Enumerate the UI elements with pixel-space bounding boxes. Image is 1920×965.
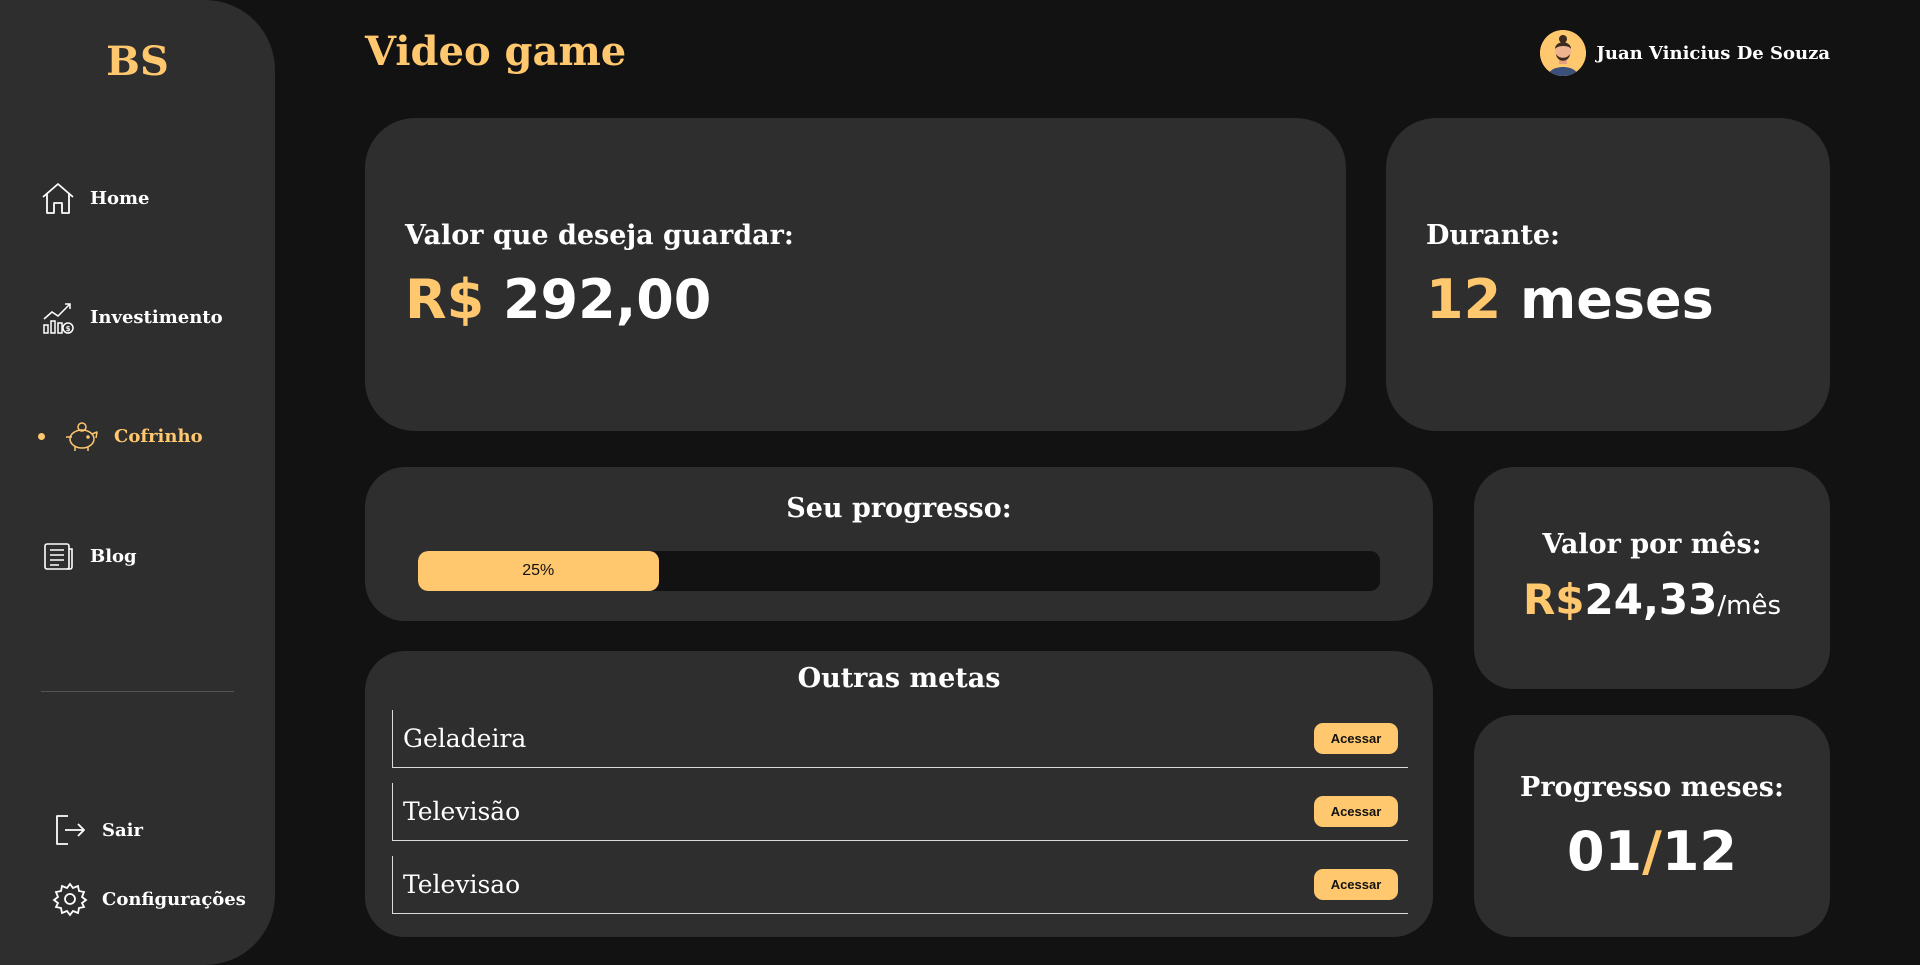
progress-fill: 25% (418, 551, 659, 591)
monthly-number: 24,33 (1584, 575, 1718, 624)
sidebar-item-label: Sair (102, 819, 143, 841)
months-progress-label: Progresso meses: (1520, 772, 1784, 803)
sidebar-item-blog[interactable]: Blog (38, 536, 137, 576)
progress-card: Seu progresso: 25% (365, 467, 1433, 621)
sidebar-item-cofrinho[interactable]: Cofrinho (38, 416, 203, 456)
sidebar-item-label: Home (90, 187, 150, 209)
amount-label: Valor que deseja guardar: (405, 220, 794, 251)
avatar (1540, 30, 1587, 76)
user-name: Juan Vinicius De Souza (1596, 42, 1830, 64)
duration-label: Durante: (1426, 220, 1561, 251)
active-indicator (38, 432, 45, 440)
goal-name: Geladeira (403, 724, 527, 753)
duration-number: 12 (1426, 268, 1502, 331)
logout-button[interactable]: Sair (50, 810, 143, 850)
duration-unit: meses (1519, 268, 1714, 331)
settings-button[interactable]: Configurações (50, 879, 246, 919)
progress-bar: 25% (418, 551, 1380, 591)
monthly-value: R$24,33/mês (1474, 575, 1830, 624)
list-item: Televisao Acessar (392, 856, 1408, 914)
svg-text:$: $ (66, 325, 71, 333)
monthly-label: Valor por mês: (1542, 529, 1762, 560)
progress-percent: 25% (522, 562, 555, 579)
months-separator: / (1642, 820, 1662, 883)
progress-title: Seu progresso: (786, 493, 1012, 524)
page-title: Video game (365, 28, 627, 75)
sidebar-item-label: Investimento (90, 306, 223, 328)
list-item: Geladeira Acessar (392, 710, 1408, 768)
sidebar: BS Home $ Investimento Cofrinho Blog Sai… (0, 0, 275, 965)
sidebar-item-label: Blog (90, 545, 137, 567)
access-goal-button[interactable]: Acessar (1314, 869, 1398, 900)
sidebar-item-label: Configurações (102, 888, 246, 910)
goal-name: Televisão (403, 797, 521, 826)
sidebar-divider (41, 691, 234, 692)
sidebar-item-investimento[interactable]: $ Investimento (38, 297, 223, 337)
months-current: 01 (1566, 820, 1643, 883)
amount-value: R$ 292,00 (405, 268, 711, 331)
monthly-value-card: Valor por mês: R$24,33/mês (1474, 467, 1830, 689)
months-total: 12 (1661, 820, 1738, 883)
monthly-suffix: /mês (1717, 591, 1782, 621)
app-logo: BS (106, 38, 169, 85)
monthly-currency: R$ (1522, 575, 1585, 624)
gear-icon (50, 879, 90, 919)
access-goal-button[interactable]: Acessar (1314, 723, 1398, 754)
months-progress-card: Progresso meses: 01/12 (1474, 715, 1830, 937)
duration-card: Durante: 12 meses (1386, 118, 1830, 431)
amount-currency: R$ (405, 268, 485, 331)
home-icon (38, 178, 78, 218)
newspaper-icon (38, 536, 78, 576)
access-goal-button[interactable]: Acessar (1314, 796, 1398, 827)
amount-card: Valor que deseja guardar: R$ 292,00 (365, 118, 1346, 431)
goal-name: Televisao (403, 870, 521, 899)
other-goals-card: Outras metas Geladeira Acessar Televisão… (365, 651, 1433, 937)
logout-icon (50, 810, 90, 850)
sidebar-item-home[interactable]: Home (38, 178, 150, 218)
list-item: Televisão Acessar (392, 783, 1408, 841)
chart-growth-icon: $ (38, 297, 78, 337)
months-progress-value: 01/12 (1474, 820, 1830, 883)
piggy-bank-icon (62, 416, 102, 456)
user-profile[interactable]: Juan Vinicius De Souza (1540, 30, 1830, 76)
other-goals-title: Outras metas (797, 663, 1001, 694)
duration-value: 12 meses (1426, 268, 1714, 331)
sidebar-item-label: Cofrinho (114, 425, 203, 447)
amount-number: 292,00 (502, 268, 712, 331)
